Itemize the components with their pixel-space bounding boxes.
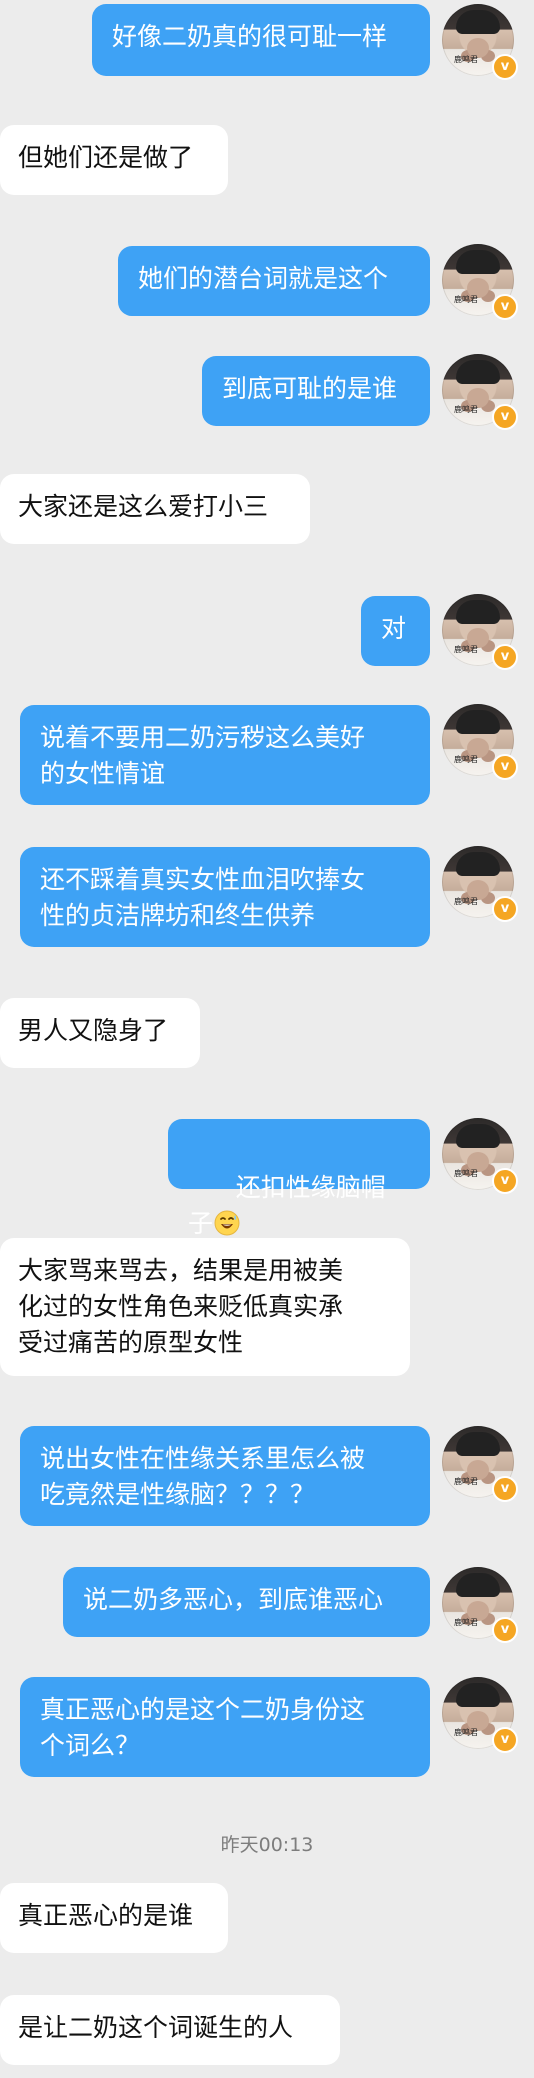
avatar-name-text: 鹿鸣君 <box>454 755 478 764</box>
avatar[interactable]: 鹿鸣君 v <box>442 1426 518 1502</box>
sent-message-bubble[interactable]: 真正恶心的是这个二奶身份这 个词么？ <box>20 1677 430 1777</box>
received-message-bubble[interactable]: 大家骂来骂去，结果是用被美 化过的女性角色来贬低真实承 受过痛苦的原型女性 <box>0 1238 410 1376</box>
avatar-name-text: 鹿鸣君 <box>454 1477 478 1486</box>
verified-badge-icon: v <box>492 1727 518 1753</box>
avatar[interactable]: 鹿鸣君 v <box>442 704 518 780</box>
avatar[interactable]: 鹿鸣君 v <box>442 244 518 320</box>
received-message-bubble[interactable]: 真正恶心的是谁 <box>0 1883 228 1953</box>
avatar-name-text: 鹿鸣君 <box>454 1728 478 1737</box>
grinning-sweat-emoji-icon <box>214 1210 240 1236</box>
sent-message-bubble[interactable]: 到底可耻的是谁 <box>202 356 430 426</box>
sent-message-bubble[interactable]: 说着不要用二奶污秽这么美好 的女性情谊 <box>20 705 430 805</box>
avatar[interactable]: 鹿鸣君 v <box>442 1118 518 1194</box>
message-timestamp: 昨天00:13 <box>220 1834 314 1856</box>
avatar-name-text: 鹿鸣君 <box>454 1169 478 1178</box>
verified-badge-icon: v <box>492 404 518 430</box>
avatar-name-text: 鹿鸣君 <box>454 645 478 654</box>
avatar-name-text: 鹿鸣君 <box>454 897 478 906</box>
received-message-bubble[interactable]: 但她们还是做了 <box>0 125 228 195</box>
avatar-name-text: 鹿鸣君 <box>454 295 478 304</box>
verified-badge-icon: v <box>492 294 518 320</box>
avatar[interactable]: 鹿鸣君 v <box>442 4 518 80</box>
verified-badge-icon: v <box>492 644 518 670</box>
verified-badge-icon: v <box>492 1168 518 1194</box>
sent-message-bubble[interactable]: 好像二奶真的很可耻一样 <box>92 4 430 76</box>
chat-window: 好像二奶真的很可耻一样 鹿鸣君 v 但她们还是做了 她们的潜台词就是这个 鹿鸣君… <box>0 0 534 2078</box>
sent-message-bubble[interactable]: 说出女性在性缘关系里怎么被 吃竟然是性缘脑？？？？ <box>20 1426 430 1526</box>
received-message-bubble[interactable]: 大家还是这么爱打小三 <box>0 474 310 544</box>
sent-message-bubble[interactable]: 还不踩着真实女性血泪吹捧女 性的贞洁牌坊和终生供养 <box>20 847 430 947</box>
verified-badge-icon: v <box>492 1617 518 1643</box>
verified-badge-icon: v <box>492 896 518 922</box>
sent-message-bubble[interactable]: 对 <box>361 596 430 666</box>
avatar-name-text: 鹿鸣君 <box>454 405 478 414</box>
received-message-bubble[interactable]: 是让二奶这个词诞生的人 <box>0 1995 340 2065</box>
avatar[interactable]: 鹿鸣君 v <box>442 846 518 922</box>
sent-message-bubble[interactable]: 还扣性缘脑帽子 <box>168 1119 430 1238</box>
verified-badge-icon: v <box>492 754 518 780</box>
sent-message-bubble[interactable]: 说二奶多恶心，到底谁恶心 <box>63 1567 430 1637</box>
avatar-name-text: 鹿鸣君 <box>454 1618 478 1627</box>
avatar[interactable]: 鹿鸣君 v <box>442 354 518 430</box>
avatar[interactable]: 鹿鸣君 v <box>442 594 518 670</box>
received-message-bubble[interactable]: 男人又隐身了 <box>0 998 200 1068</box>
sent-message-bubble[interactable]: 她们的潜台词就是这个 <box>118 246 430 316</box>
avatar[interactable]: 鹿鸣君 v <box>442 1677 518 1753</box>
verified-badge-icon: v <box>492 1476 518 1502</box>
avatar[interactable]: 鹿鸣君 v <box>442 1567 518 1643</box>
avatar-name-text: 鹿鸣君 <box>454 55 478 64</box>
verified-badge-icon: v <box>492 54 518 80</box>
